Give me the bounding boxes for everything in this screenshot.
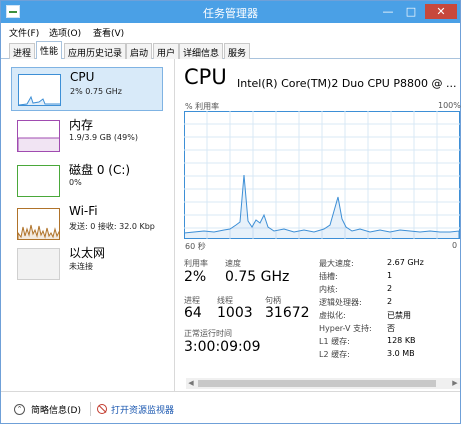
sidebar-item-title: 磁盘 0 (C:) (69, 163, 131, 177)
cpu-utilization-graph (183, 111, 460, 239)
speed-value: 0.75 GHz (225, 269, 290, 285)
scrollbar-thumb[interactable] (198, 380, 436, 387)
tab-bar: 进程 性能 应用历史记录 启动 用户 详细信息 服务 (1, 40, 460, 59)
sockets-value: 1 (387, 271, 393, 280)
sidebar-item-subtitle: 1.9/3.9 GB (49%) (69, 133, 138, 142)
cpu-model-name: Intel(R) Core(TM)2 Duo CPU P8800 @ ... (237, 77, 457, 90)
memory-thumbnail-graph (17, 120, 60, 152)
processes-value: 64 (184, 305, 202, 321)
time-axis-end: 0 (452, 241, 458, 250)
menu-file[interactable]: 文件(F) (9, 26, 39, 39)
hyper-v-label: Hyper-V 支持: (319, 324, 372, 333)
horizontal-scrollbar[interactable]: ◀ ▶ (186, 378, 460, 389)
menu-options[interactable]: 选项(O) (49, 26, 81, 39)
uptime-value: 3:00:09:09 (184, 339, 261, 355)
sidebar-item-title: 以太网 (69, 246, 106, 260)
tab-users[interactable]: 用户 (153, 43, 180, 59)
tab-app-history[interactable]: 应用历史记录 (64, 43, 127, 59)
sidebar-item-subtitle: 0% (69, 178, 82, 187)
minimize-button[interactable]: — (377, 4, 399, 19)
l2-cache-value: 3.0 MB (387, 349, 415, 358)
tab-startup[interactable]: 启动 (126, 43, 153, 59)
resource-monitor-icon (97, 404, 107, 414)
cpu-detail-panel: CPU Intel(R) Core(TM)2 Duo CPU P8800 @ .… (176, 59, 461, 391)
resource-sidebar: CPU 2% 0.75 GHz 内存 1.9/3.9 GB (49%) 磁盘 0… (1, 59, 175, 391)
sidebar-item-memory[interactable]: 内存 1.9/3.9 GB (49%) (11, 114, 163, 158)
l2-cache-label: L2 缓存: (319, 350, 350, 359)
task-manager-window: 任务管理器 — □ ✕ 文件(F) 选项(O) 查看(V) 进程 性能 应用历史… (0, 0, 461, 424)
disk-thumbnail-graph (17, 165, 60, 197)
sidebar-item-cpu[interactable]: CPU 2% 0.75 GHz (11, 67, 163, 111)
collapse-chevron-icon[interactable]: ⌃ (14, 404, 25, 415)
footer-bar: ⌃ 简略信息(D) 打开资源监视器 (1, 391, 460, 423)
utilization-label: 利用率 (184, 259, 208, 268)
sidebar-item-ethernet[interactable]: 以太网 未连接 (11, 242, 163, 286)
open-resource-monitor-link[interactable]: 打开资源监视器 (111, 403, 174, 416)
sidebar-item-title: 内存 (69, 118, 94, 132)
utilization-axis-max: 100% (438, 101, 461, 110)
logical-processors-value: 2 (387, 297, 393, 306)
menu-view[interactable]: 查看(V) (93, 26, 124, 39)
sidebar-item-disk[interactable]: 磁盘 0 (C:) 0% (11, 159, 163, 203)
footer-divider (90, 402, 91, 416)
sidebar-item-subtitle: 2% 0.75 GHz (70, 87, 123, 96)
cpu-thumbnail-graph (18, 74, 61, 106)
cores-value: 2 (387, 284, 393, 293)
menu-bar: 文件(F) 选项(O) 查看(V) (1, 23, 460, 40)
sidebar-item-subtitle: 发送: 0 接收: 32.0 Kbp (69, 222, 155, 231)
max-speed-label: 最大速度: (319, 259, 354, 268)
sidebar-item-title: Wi-Fi (69, 204, 98, 218)
hyper-v-value: 否 (387, 324, 395, 333)
cores-label: 内核: (319, 285, 338, 294)
title-bar[interactable]: 任务管理器 — □ ✕ (1, 1, 460, 23)
cpu-graph-svg (183, 111, 460, 239)
sidebar-item-title: CPU (70, 70, 95, 84)
scroll-right-arrow-icon[interactable]: ▶ (450, 378, 460, 389)
sidebar-item-wifi[interactable]: Wi-Fi 发送: 0 接收: 32.0 Kbp (11, 202, 163, 246)
scroll-left-arrow-icon[interactable]: ◀ (186, 378, 196, 389)
fewer-details-link[interactable]: 简略信息(D) (31, 403, 81, 416)
tab-details[interactable]: 详细信息 (179, 43, 224, 59)
uptime-label: 正常运行时间 (184, 329, 232, 338)
time-axis-label: 60 秒 (185, 242, 206, 251)
max-speed-value: 2.67 GHz (387, 258, 424, 267)
page-title: CPU (184, 65, 227, 89)
sidebar-item-subtitle: 未连接 (69, 262, 93, 271)
threads-value: 1003 (217, 305, 253, 321)
tab-services[interactable]: 服务 (224, 43, 251, 59)
ethernet-thumbnail-graph (17, 248, 60, 280)
l1-cache-label: L1 缓存: (319, 337, 350, 346)
sockets-label: 插槽: (319, 272, 338, 281)
virtualization-label: 虚拟化: (319, 311, 346, 320)
logical-processors-label: 逻辑处理器: (319, 298, 362, 307)
utilization-value: 2% (184, 269, 207, 285)
handles-value: 31672 (265, 305, 310, 321)
wifi-thumbnail-graph (17, 208, 60, 240)
close-button[interactable]: ✕ (425, 4, 457, 19)
tab-processes[interactable]: 进程 (9, 43, 36, 59)
tab-performance[interactable]: 性能 (36, 41, 63, 59)
speed-label: 速度 (225, 259, 241, 268)
l1-cache-value: 128 KB (387, 336, 416, 345)
maximize-button[interactable]: □ (400, 4, 422, 19)
virtualization-value: 已禁用 (387, 311, 411, 320)
